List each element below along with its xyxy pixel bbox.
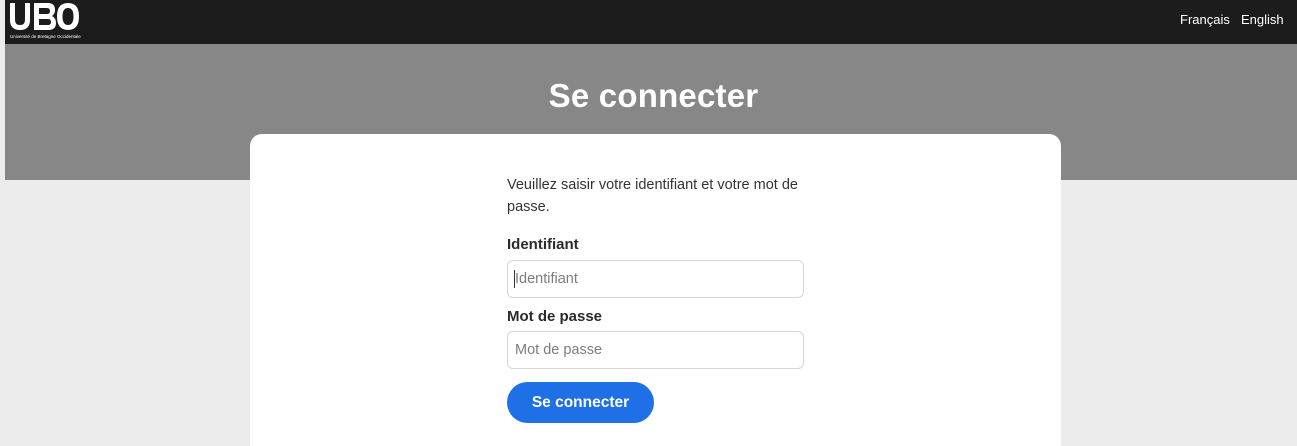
username-input[interactable] [507,260,804,298]
page-title: Se connecter [548,77,759,114]
username-label: Identifiant [507,236,579,253]
password-label: Mot de passe [507,308,603,325]
login-page: Université de Bretagne Occidentale Franç… [0,0,1297,446]
language-link-english[interactable]: English [1241,12,1284,27]
top-navbar: Université de Bretagne Occidentale Franç… [5,0,1297,44]
language-link-french[interactable]: Français [1180,12,1230,27]
login-instructions: Veuillez saisir votre identifiant et vot… [507,177,798,215]
ubo-logo[interactable]: Université de Bretagne Occidentale [8,2,118,42]
password-input[interactable] [507,331,804,369]
ubo-logo-mark [10,3,79,30]
text-cursor [514,270,515,288]
logo-subtitle: Université de Bretagne Occidentale [10,34,81,39]
login-button[interactable]: Se connecter [507,382,654,423]
